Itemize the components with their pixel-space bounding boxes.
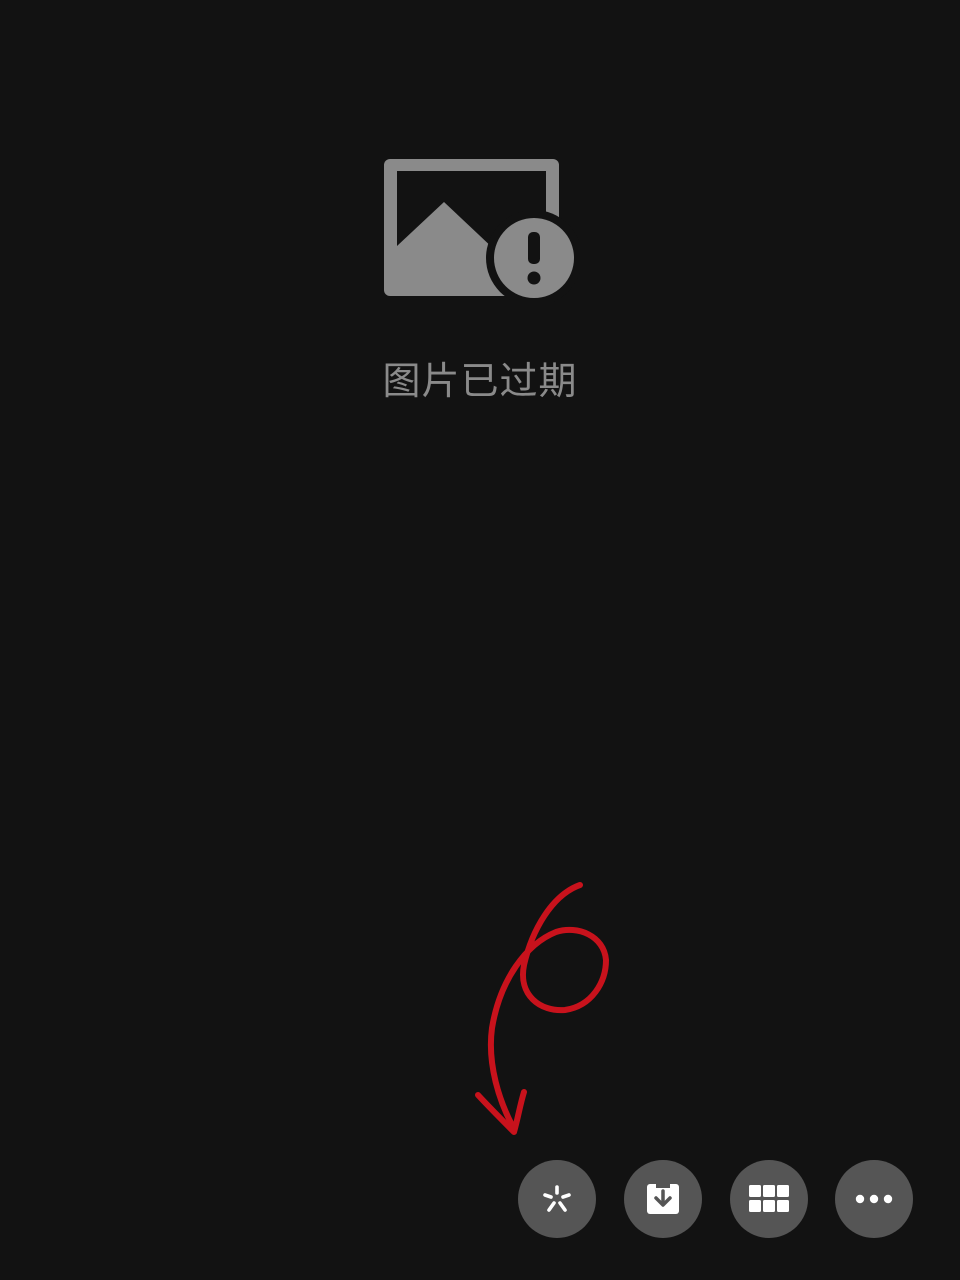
scan-button[interactable] xyxy=(518,1160,596,1238)
image-expired-icon xyxy=(380,154,582,306)
more-button[interactable] xyxy=(835,1160,913,1238)
download-icon xyxy=(643,1179,683,1219)
expired-image-viewer: 图片已过期 xyxy=(0,0,960,1280)
more-dots-icon xyxy=(854,1193,894,1205)
bottom-toolbar xyxy=(518,1160,918,1240)
download-button[interactable] xyxy=(624,1160,702,1238)
annotation-arrow-six xyxy=(460,870,630,1150)
scan-sparkle-icon xyxy=(537,1179,577,1219)
expired-message: 图片已过期 xyxy=(382,359,578,403)
grid-button[interactable] xyxy=(730,1160,808,1238)
grid-icon xyxy=(748,1184,790,1214)
